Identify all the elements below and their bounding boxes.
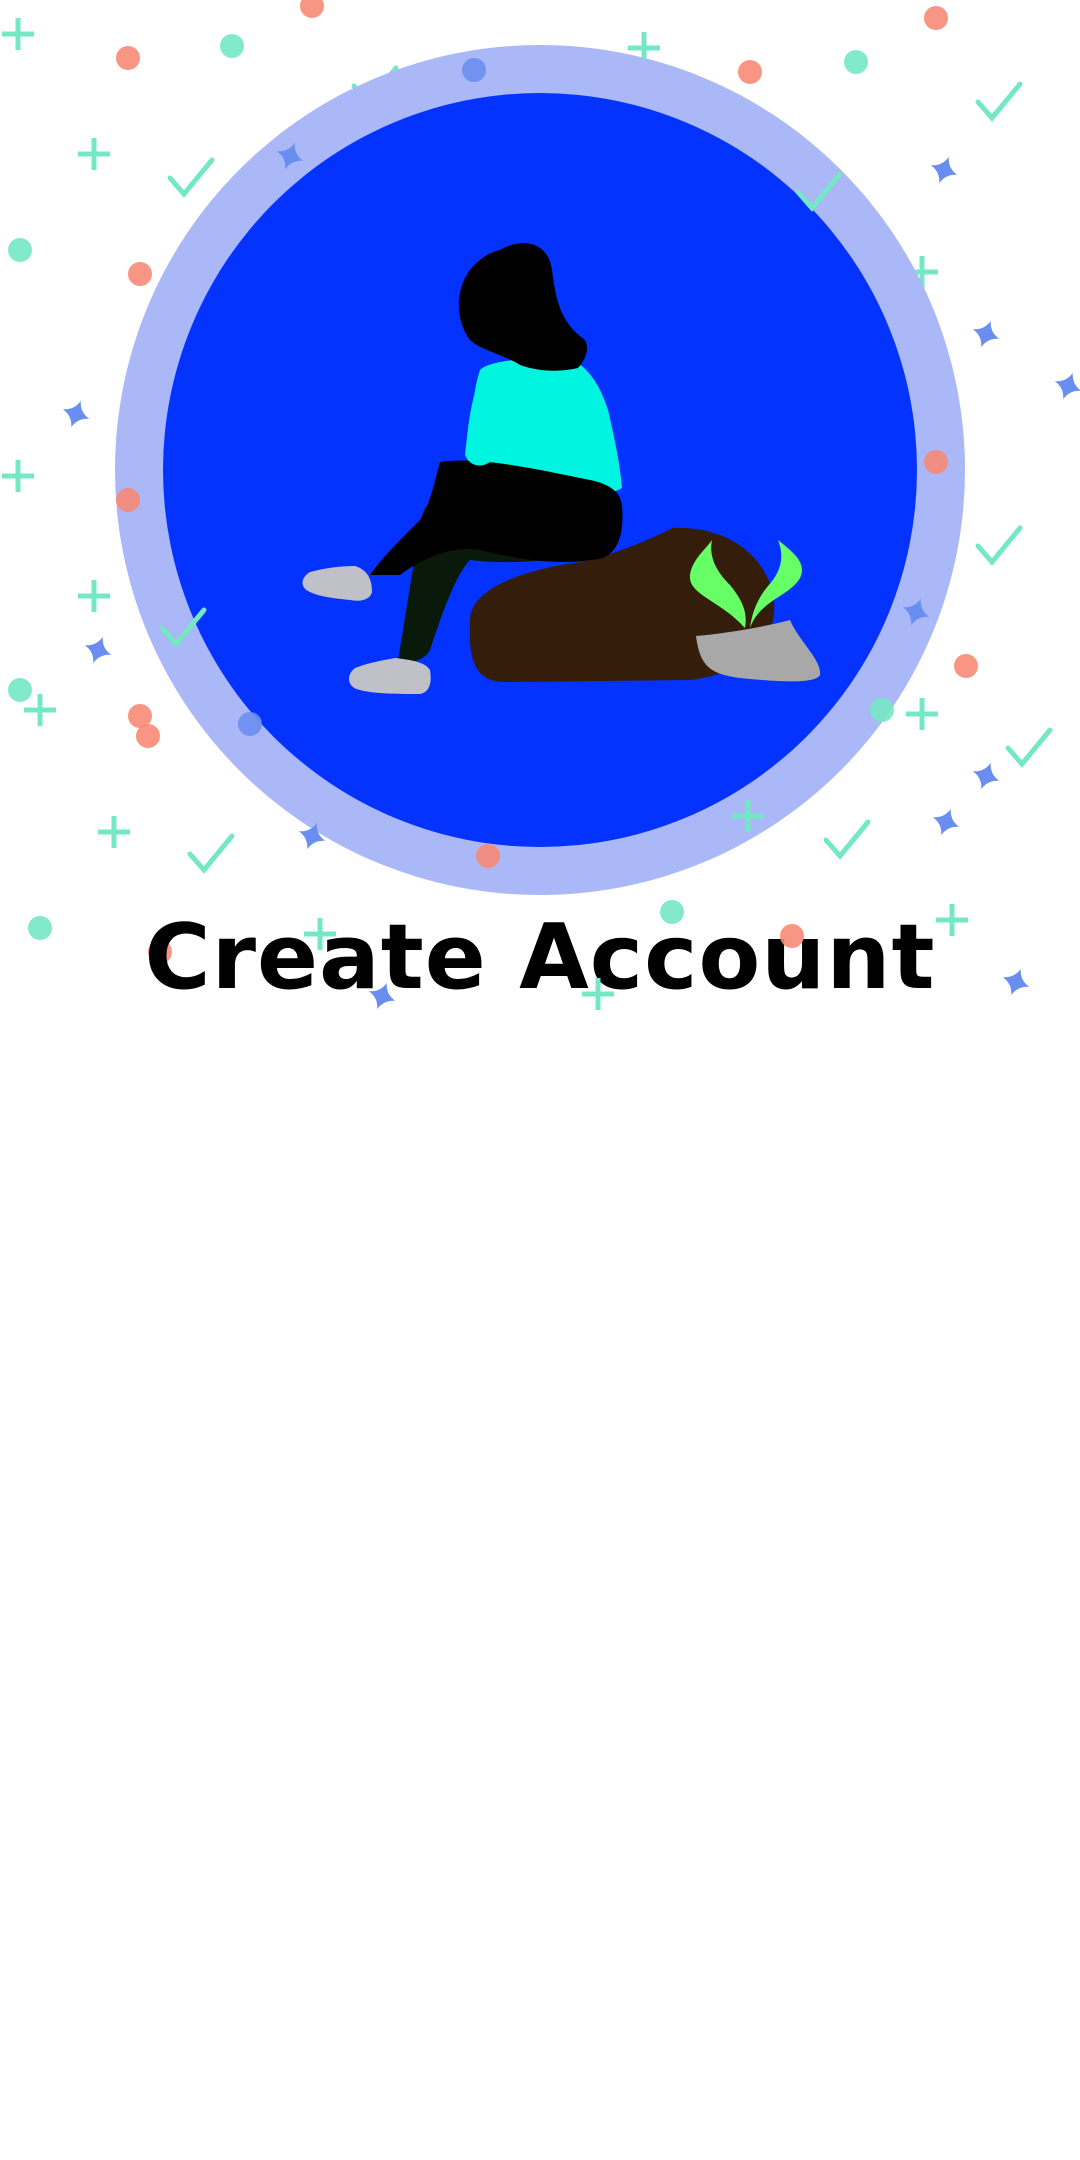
confetti-dot	[954, 654, 978, 678]
check-icon	[187, 833, 235, 874]
plus-icon	[2, 18, 34, 50]
plus-icon	[2, 460, 34, 492]
confetti-dot	[8, 678, 32, 702]
check-icon	[975, 81, 1023, 122]
sparkle-icon	[972, 762, 1000, 790]
hero-illustration	[0, 0, 1080, 1020]
sparkle-icon	[62, 400, 90, 428]
check-icon	[823, 819, 871, 860]
confetti-dot	[300, 0, 324, 18]
page-title: Create Account	[144, 905, 936, 1010]
confetti-dot	[220, 34, 244, 58]
plus-icon	[78, 138, 110, 170]
confetti-dot	[844, 50, 868, 74]
sparkle-icon	[972, 320, 1000, 348]
confetti-dot	[738, 60, 762, 84]
confetti-dot	[116, 46, 140, 70]
plus-icon	[98, 816, 130, 848]
sparkle-icon	[930, 156, 958, 184]
confetti-dot	[8, 238, 32, 262]
woman-sitting-on-rock-illustration	[2, 0, 1080, 996]
check-icon	[167, 157, 215, 198]
plus-icon	[906, 698, 938, 730]
plus-icon	[78, 580, 110, 612]
sparkle-icon	[84, 636, 112, 664]
plus-icon	[24, 694, 56, 726]
sparkle-icon	[1054, 372, 1080, 400]
check-icon	[1005, 727, 1053, 768]
confetti-dot	[136, 724, 160, 748]
sparkle-icon	[932, 808, 960, 836]
confetti-dot	[924, 6, 948, 30]
confetti-dot	[128, 262, 152, 286]
check-icon	[975, 525, 1023, 566]
